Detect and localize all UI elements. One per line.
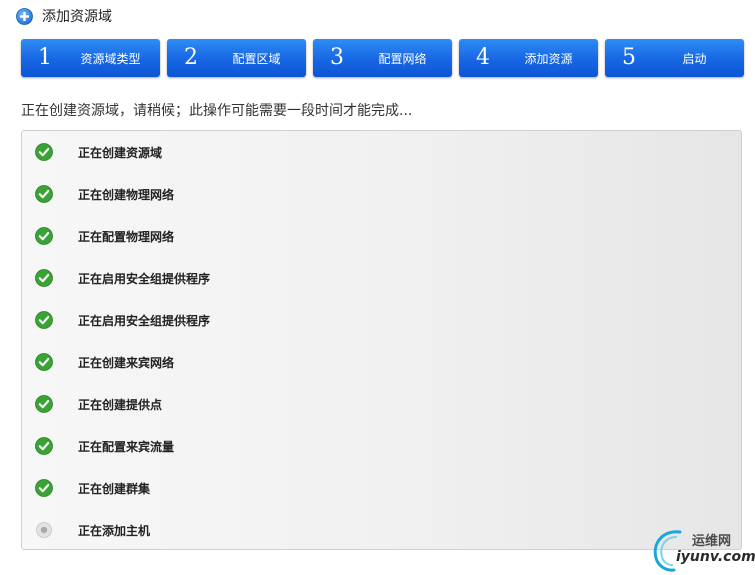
step-1-resource-domain-type[interactable]: 1 资源域类型 <box>21 39 160 77</box>
check-circle-icon <box>35 227 53 245</box>
check-circle-icon <box>35 395 53 413</box>
step-label: 配置网络 <box>378 52 427 66</box>
step-5-launch[interactable]: 5 启动 <box>605 39 744 77</box>
step-label: 添加资源 <box>524 52 573 66</box>
status-message: 正在创建资源域，请稍候；此操作可能需要一段时间才能完成... <box>21 103 413 119</box>
step-2-configure-zone[interactable]: 2 配置区域 <box>167 39 306 77</box>
step-label: 启动 <box>682 52 707 66</box>
task-label: 正在创建物理网络 <box>78 187 175 202</box>
check-circle-icon <box>35 479 53 497</box>
task-label: 正在创建提供点 <box>78 397 163 412</box>
task-label: 正在添加主机 <box>78 523 151 538</box>
task-label: 正在配置物理网络 <box>78 229 175 244</box>
wizard-steps: 1 资源域类型 2 配置区域 3 配置网络 4 添加资源 5 启动 <box>21 39 744 77</box>
task-label: 正在启用安全组提供程序 <box>78 271 211 286</box>
check-circle-icon <box>35 143 53 161</box>
step-3-configure-network[interactable]: 3 配置网络 <box>313 39 452 77</box>
task-label: 正在创建群集 <box>78 481 151 496</box>
task-label: 正在创建来宾网络 <box>78 355 175 370</box>
watermark-logo: 运维网 iyunv.com <box>650 528 755 572</box>
step-number: 1 <box>38 45 52 70</box>
task-label: 正在启用安全组提供程序 <box>78 313 211 328</box>
check-circle-icon <box>35 311 53 329</box>
step-4-add-resources[interactable]: 4 添加资源 <box>459 39 598 77</box>
plus-circle-icon <box>16 7 33 25</box>
step-label: 资源域类型 <box>80 52 141 66</box>
page-header: 添加资源域 <box>16 6 112 26</box>
step-label: 配置区域 <box>232 52 281 66</box>
task-label: 正在配置来宾流量 <box>78 439 175 454</box>
check-circle-icon <box>35 437 53 455</box>
step-number: 3 <box>330 45 344 70</box>
page-title: 添加资源域 <box>42 9 112 25</box>
check-circle-icon <box>35 269 53 287</box>
step-number: 5 <box>622 45 636 70</box>
watermark-line1: 运维网 <box>692 534 732 549</box>
task-progress-panel: 正在创建资源域 正在创建物理网络 正在配置物理网络 正在启用安全组提供程序 正在… <box>21 130 742 550</box>
pending-dot-icon <box>36 522 52 538</box>
check-circle-icon <box>35 353 53 371</box>
step-number: 4 <box>476 45 490 70</box>
step-number: 2 <box>184 45 198 70</box>
watermark-line2: iyunv.com <box>676 549 755 565</box>
task-label: 正在创建资源域 <box>78 145 163 160</box>
check-circle-icon <box>35 185 53 203</box>
